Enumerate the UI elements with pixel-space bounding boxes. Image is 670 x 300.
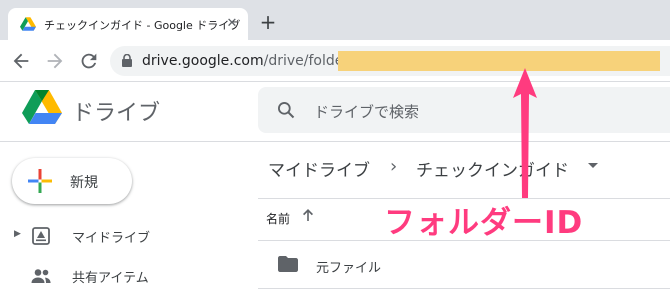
url-text: drive.google.com/drive/folders/ xyxy=(142,53,361,69)
search-icon[interactable] xyxy=(276,100,296,120)
forward-arrow-icon[interactable] xyxy=(44,50,66,72)
browser-toolbar: drive.google.com/drive/folders/ xyxy=(0,40,670,82)
app-name: ドライブ xyxy=(72,101,161,126)
sidebar-item-shared[interactable]: 共有アイテム xyxy=(0,262,230,290)
my-drive-icon xyxy=(32,227,50,245)
annotation-label: フォルダーID xyxy=(384,205,584,241)
sort-up-arrow-icon[interactable] xyxy=(302,208,314,222)
browser-tab-strip: チェックインガイド - Google ドライブ ✕ + xyxy=(0,0,670,40)
search-bar[interactable]: ドライブで検索 xyxy=(258,87,670,133)
breadcrumb-separator: › xyxy=(390,156,398,177)
sidebar-item-label: 共有アイテム xyxy=(72,271,149,286)
new-tab-button[interactable]: + xyxy=(258,12,278,32)
address-bar[interactable]: drive.google.com/drive/folders/ xyxy=(110,46,670,76)
url-host: drive.google.com xyxy=(142,53,264,69)
lock-icon xyxy=(122,54,132,67)
folder-id-highlight xyxy=(338,51,660,71)
column-header-name[interactable]: 名前 xyxy=(266,210,290,227)
header-divider xyxy=(0,141,670,142)
back-arrow-icon[interactable] xyxy=(10,50,32,72)
tab-title: チェックインガイド - Google ドライブ xyxy=(44,19,241,32)
row-divider xyxy=(258,288,670,289)
annotation-arrow-icon xyxy=(513,68,537,198)
file-name: 元ファイル xyxy=(316,261,382,276)
plus-icon xyxy=(28,169,52,193)
search-input[interactable]: ドライブで検索 xyxy=(314,101,419,122)
breadcrumb-current[interactable]: チェックインガイド xyxy=(416,156,569,181)
breadcrumb-root[interactable]: マイドライブ xyxy=(268,156,370,181)
expand-arrow-icon[interactable]: ▶ xyxy=(14,229,21,239)
shared-people-icon xyxy=(31,269,51,283)
google-drive-icon xyxy=(20,17,36,31)
folder-icon xyxy=(278,256,298,272)
close-icon[interactable]: ✕ xyxy=(224,16,240,32)
reload-icon[interactable] xyxy=(78,50,100,72)
sidebar-item-label: マイドライブ xyxy=(72,231,151,246)
new-button[interactable]: 新規 xyxy=(12,158,132,204)
new-button-label: 新規 xyxy=(70,175,98,191)
browser-tab[interactable]: チェックインガイド - Google ドライブ ✕ xyxy=(8,8,248,40)
google-drive-icon[interactable] xyxy=(22,90,62,124)
sidebar-item-my-drive[interactable]: ▶ マイドライブ xyxy=(0,222,230,250)
chevron-down-icon[interactable] xyxy=(588,163,598,168)
